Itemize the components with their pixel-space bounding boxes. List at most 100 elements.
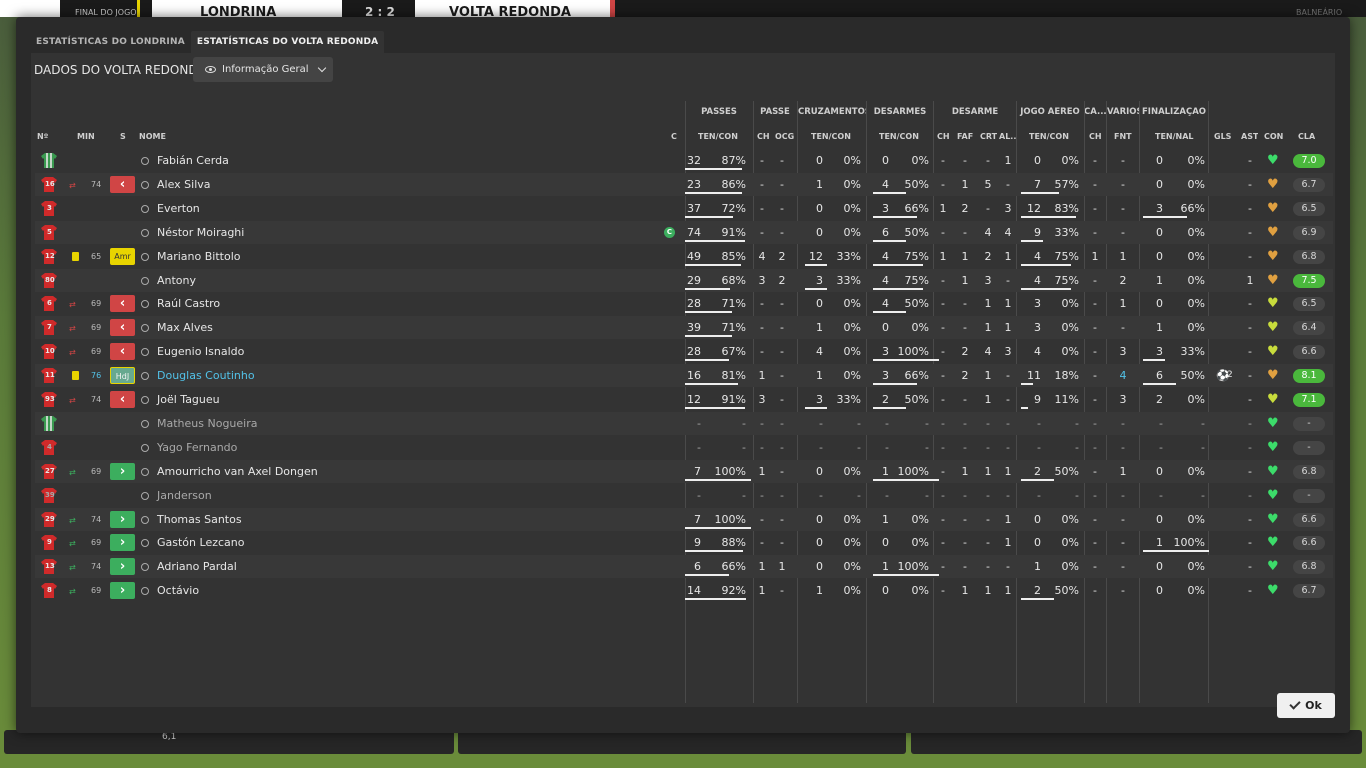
desarme-al: 1: [1004, 154, 1012, 167]
desarme-crt: -: [986, 512, 990, 526]
passe-ch: -: [760, 201, 764, 215]
dressing-room-button[interactable]: BALNEÁRIO: [1296, 8, 1342, 17]
col-header-crosses[interactable]: TEN/CON: [811, 132, 851, 141]
player-name[interactable]: Gastón Lezcano: [157, 531, 244, 554]
col-header-num[interactable]: Nº: [37, 132, 48, 141]
col-header-fnt[interactable]: FNT: [1114, 132, 1132, 141]
captain-icon: C: [664, 226, 675, 238]
col-header-desarme-al[interactable]: AL...: [999, 132, 1017, 141]
col-header-min[interactable]: MIN: [77, 132, 95, 141]
ca-ch: 1: [1091, 249, 1099, 263]
table-row[interactable]: Matheus Nogueira - - - - - - - - - - - - - - - - - - - ♥ -: [35, 411, 1333, 435]
pass-completion-bar: [685, 239, 746, 242]
table-row[interactable]: 80 Antony 29 68% 3 2 3 33% 4 75% -1 3-4 75% -2 1 0% 1 ♥ 7.…: [35, 268, 1333, 292]
col-header-cla[interactable]: CLA: [1298, 132, 1315, 141]
ca-ch: -: [1093, 416, 1097, 430]
heart-icon: ♥: [1267, 153, 1279, 168]
player-rating: 6.8: [1293, 249, 1325, 264]
table-row[interactable]: 9 ⇄ 69 › Gastón Lezcano 9 88% - -0 0% 0 0% - - -1 0 0% - -…: [35, 531, 1333, 554]
table-row[interactable]: 10 ⇄ 69 ‹ Eugenio Isnaldo 28 67% - -4 0% 3 100% -2 4 3…: [35, 340, 1333, 363]
table-row[interactable]: 16 ⇄ 74 ‹ Alex Silva 23 86% - -1 0% 4 50% -1 5-7 57% - -…: [35, 172, 1333, 196]
aerial-won-pct: -: [1075, 488, 1079, 502]
player-name[interactable]: Adriano Pardal: [157, 555, 237, 578]
player-name[interactable]: Raúl Castro: [157, 292, 220, 315]
table-row[interactable]: 27 ⇄ 69 › Amourricho van Axel Dongen 7 100% 1-0…: [35, 459, 1333, 483]
col-header-aerial[interactable]: TEN/CON: [1029, 132, 1069, 141]
player-name[interactable]: Max Alves: [157, 316, 213, 339]
player-name[interactable]: Janderson: [157, 484, 212, 507]
table-row[interactable]: 8 ⇄ 69 › Octávio 14 92% 1-1 0% 0 0% -1 1 1 2 50% - -0 0% - ♥…: [35, 579, 1333, 602]
player-number: 7: [47, 323, 52, 332]
minutes-played: 69: [91, 586, 102, 596]
player-name[interactable]: Antony: [157, 269, 196, 292]
col-header-name[interactable]: NOME: [139, 132, 166, 141]
col-header-desarme-faf[interactable]: FAF: [957, 132, 973, 141]
table-row[interactable]: Fabián Cerda 32 87% - -0 0% 0 0% - - -1 0 0% - -0 0% - ♥ 7…: [35, 149, 1333, 172]
passe-ch: 1: [758, 560, 766, 574]
table-row[interactable]: 7 ⇄ 69 ‹ Max Alves 39 71% - -1 0% 0 0% - -1 1 3 0% - -1 0% -…: [35, 316, 1333, 340]
table-row[interactable]: 6 ⇄ 69 ‹ Raúl Castro 28 71% - -0 0% 4 50% - -1 1 3 0% -1 0…: [35, 292, 1333, 315]
player-name[interactable]: Thomas Santos: [157, 508, 242, 531]
player-number: 16: [45, 179, 55, 188]
player-name[interactable]: Octávio: [157, 579, 199, 602]
player-name[interactable]: Mariano Bittolo: [157, 245, 241, 268]
minutes-played: 65: [91, 251, 102, 261]
desarme-al: -: [1006, 560, 1010, 574]
desarme-al: 4: [1004, 225, 1012, 239]
player-name[interactable]: Fabián Cerda: [157, 149, 229, 172]
table-row[interactable]: 4 Yago Fernando - - - - - - - - - - - - - - - - - - - ♥ -: [35, 436, 1333, 459]
aerial-attempted: 0: [1034, 536, 1041, 550]
col-header-c[interactable]: C: [671, 132, 677, 141]
table-row[interactable]: 93 ⇄ 74 ‹ Joël Tagueu 12 91% 3-3 33% 2 50% - -1-9 11%…: [35, 388, 1333, 411]
table-row[interactable]: 13 ⇄ 74 › Adriano Pardal 6 66% 1 1 0 0% 1 100% - - - -1 0…: [35, 555, 1333, 579]
col-header-s[interactable]: S: [120, 132, 126, 141]
col-header-passe-ch[interactable]: CH: [757, 132, 770, 141]
heart-icon: ♥: [1267, 463, 1279, 479]
shots-attempted: 0: [1156, 297, 1163, 311]
col-header-desarme-crt[interactable]: CRT: [980, 132, 997, 141]
table-row[interactable]: 29 ⇄ 74 › Thomas Santos 7 100% - -0 0% 1 0% - - -1 0 0% -…: [35, 507, 1333, 531]
player-name[interactable]: Néstor Moiraghi: [157, 221, 244, 244]
view-dropdown[interactable]: Informação Geral: [193, 57, 333, 82]
player-name[interactable]: Douglas Coutinho: [157, 364, 255, 387]
shot-accuracy-bar: [1143, 550, 1209, 553]
shots-on-target-pct: 0%: [1187, 154, 1205, 167]
table-row[interactable]: 12 65 Amr Mariano Bittolo 49 85% 4 2 12 33% 4 75% 1 1…: [35, 245, 1333, 268]
col-header-desarme-ch[interactable]: CH: [937, 132, 950, 141]
col-header-passes[interactable]: TEN/CON: [698, 132, 738, 141]
subbed-off-icon: ‹: [110, 295, 135, 313]
tackles-won-pct: -: [925, 488, 929, 502]
varios-fnt: -: [1121, 440, 1125, 454]
player-name[interactable]: Alex Silva: [157, 173, 211, 196]
col-header-ast[interactable]: AST: [1241, 132, 1258, 141]
player-rating: 7.5: [1293, 273, 1325, 288]
col-header-shooting[interactable]: TEN/NAL: [1155, 132, 1194, 141]
tab-londrina-stats[interactable]: ESTATÍSTICAS DO LONDRINA: [30, 31, 191, 53]
player-rating: 6.7: [1293, 177, 1325, 192]
ca-ch: -: [1093, 488, 1097, 502]
table-row[interactable]: 3 Everton 37 72% - -0 0% 3 66% 1 2-3 12 83% - -3 66% - ♥ 6…: [35, 197, 1333, 220]
col-header-passe-ocg[interactable]: OCG: [775, 132, 794, 141]
crosses-attempted: 0: [816, 464, 823, 478]
player-name[interactable]: Yago Fernando: [157, 436, 237, 459]
table-row[interactable]: 11 76 HdJ Douglas Coutinho 16 81% 1-1 0% 3 66% -2 1…: [35, 364, 1333, 388]
ok-button[interactable]: Ok: [1277, 693, 1335, 718]
col-header-con[interactable]: CON: [1264, 132, 1283, 141]
topbar-left-segment: [0, 0, 60, 17]
passes-attempted: -: [697, 440, 701, 454]
table-row[interactable]: 39 Janderson - - - - - - - - - - - - - - - - - - - ♥ -: [35, 484, 1333, 507]
tab-volta-redonda-stats[interactable]: ESTATÍSTICAS DO VOLTA REDONDA: [190, 31, 385, 53]
col-header-ca-ch[interactable]: CH: [1089, 132, 1102, 141]
assists: -: [1248, 321, 1252, 335]
player-name[interactable]: Matheus Nogueira: [157, 412, 257, 435]
desarme-al: -: [1006, 488, 1010, 502]
player-name[interactable]: Eugenio Isnaldo: [157, 340, 244, 363]
table-row[interactable]: 5 Néstor Moiraghi C 74 91% - -0 0% 6 50% - -4 4 9 33% -…: [35, 220, 1333, 244]
col-header-tackles[interactable]: TEN/CON: [879, 132, 919, 141]
col-header-gls[interactable]: GLS: [1214, 132, 1231, 141]
player-name[interactable]: Joël Tagueu: [157, 388, 220, 411]
heart-icon: ♥: [1267, 272, 1279, 288]
player-name[interactable]: Everton: [157, 197, 200, 220]
ca-ch: -: [1093, 440, 1097, 454]
player-name[interactable]: Amourricho van Axel Dongen: [157, 460, 318, 483]
